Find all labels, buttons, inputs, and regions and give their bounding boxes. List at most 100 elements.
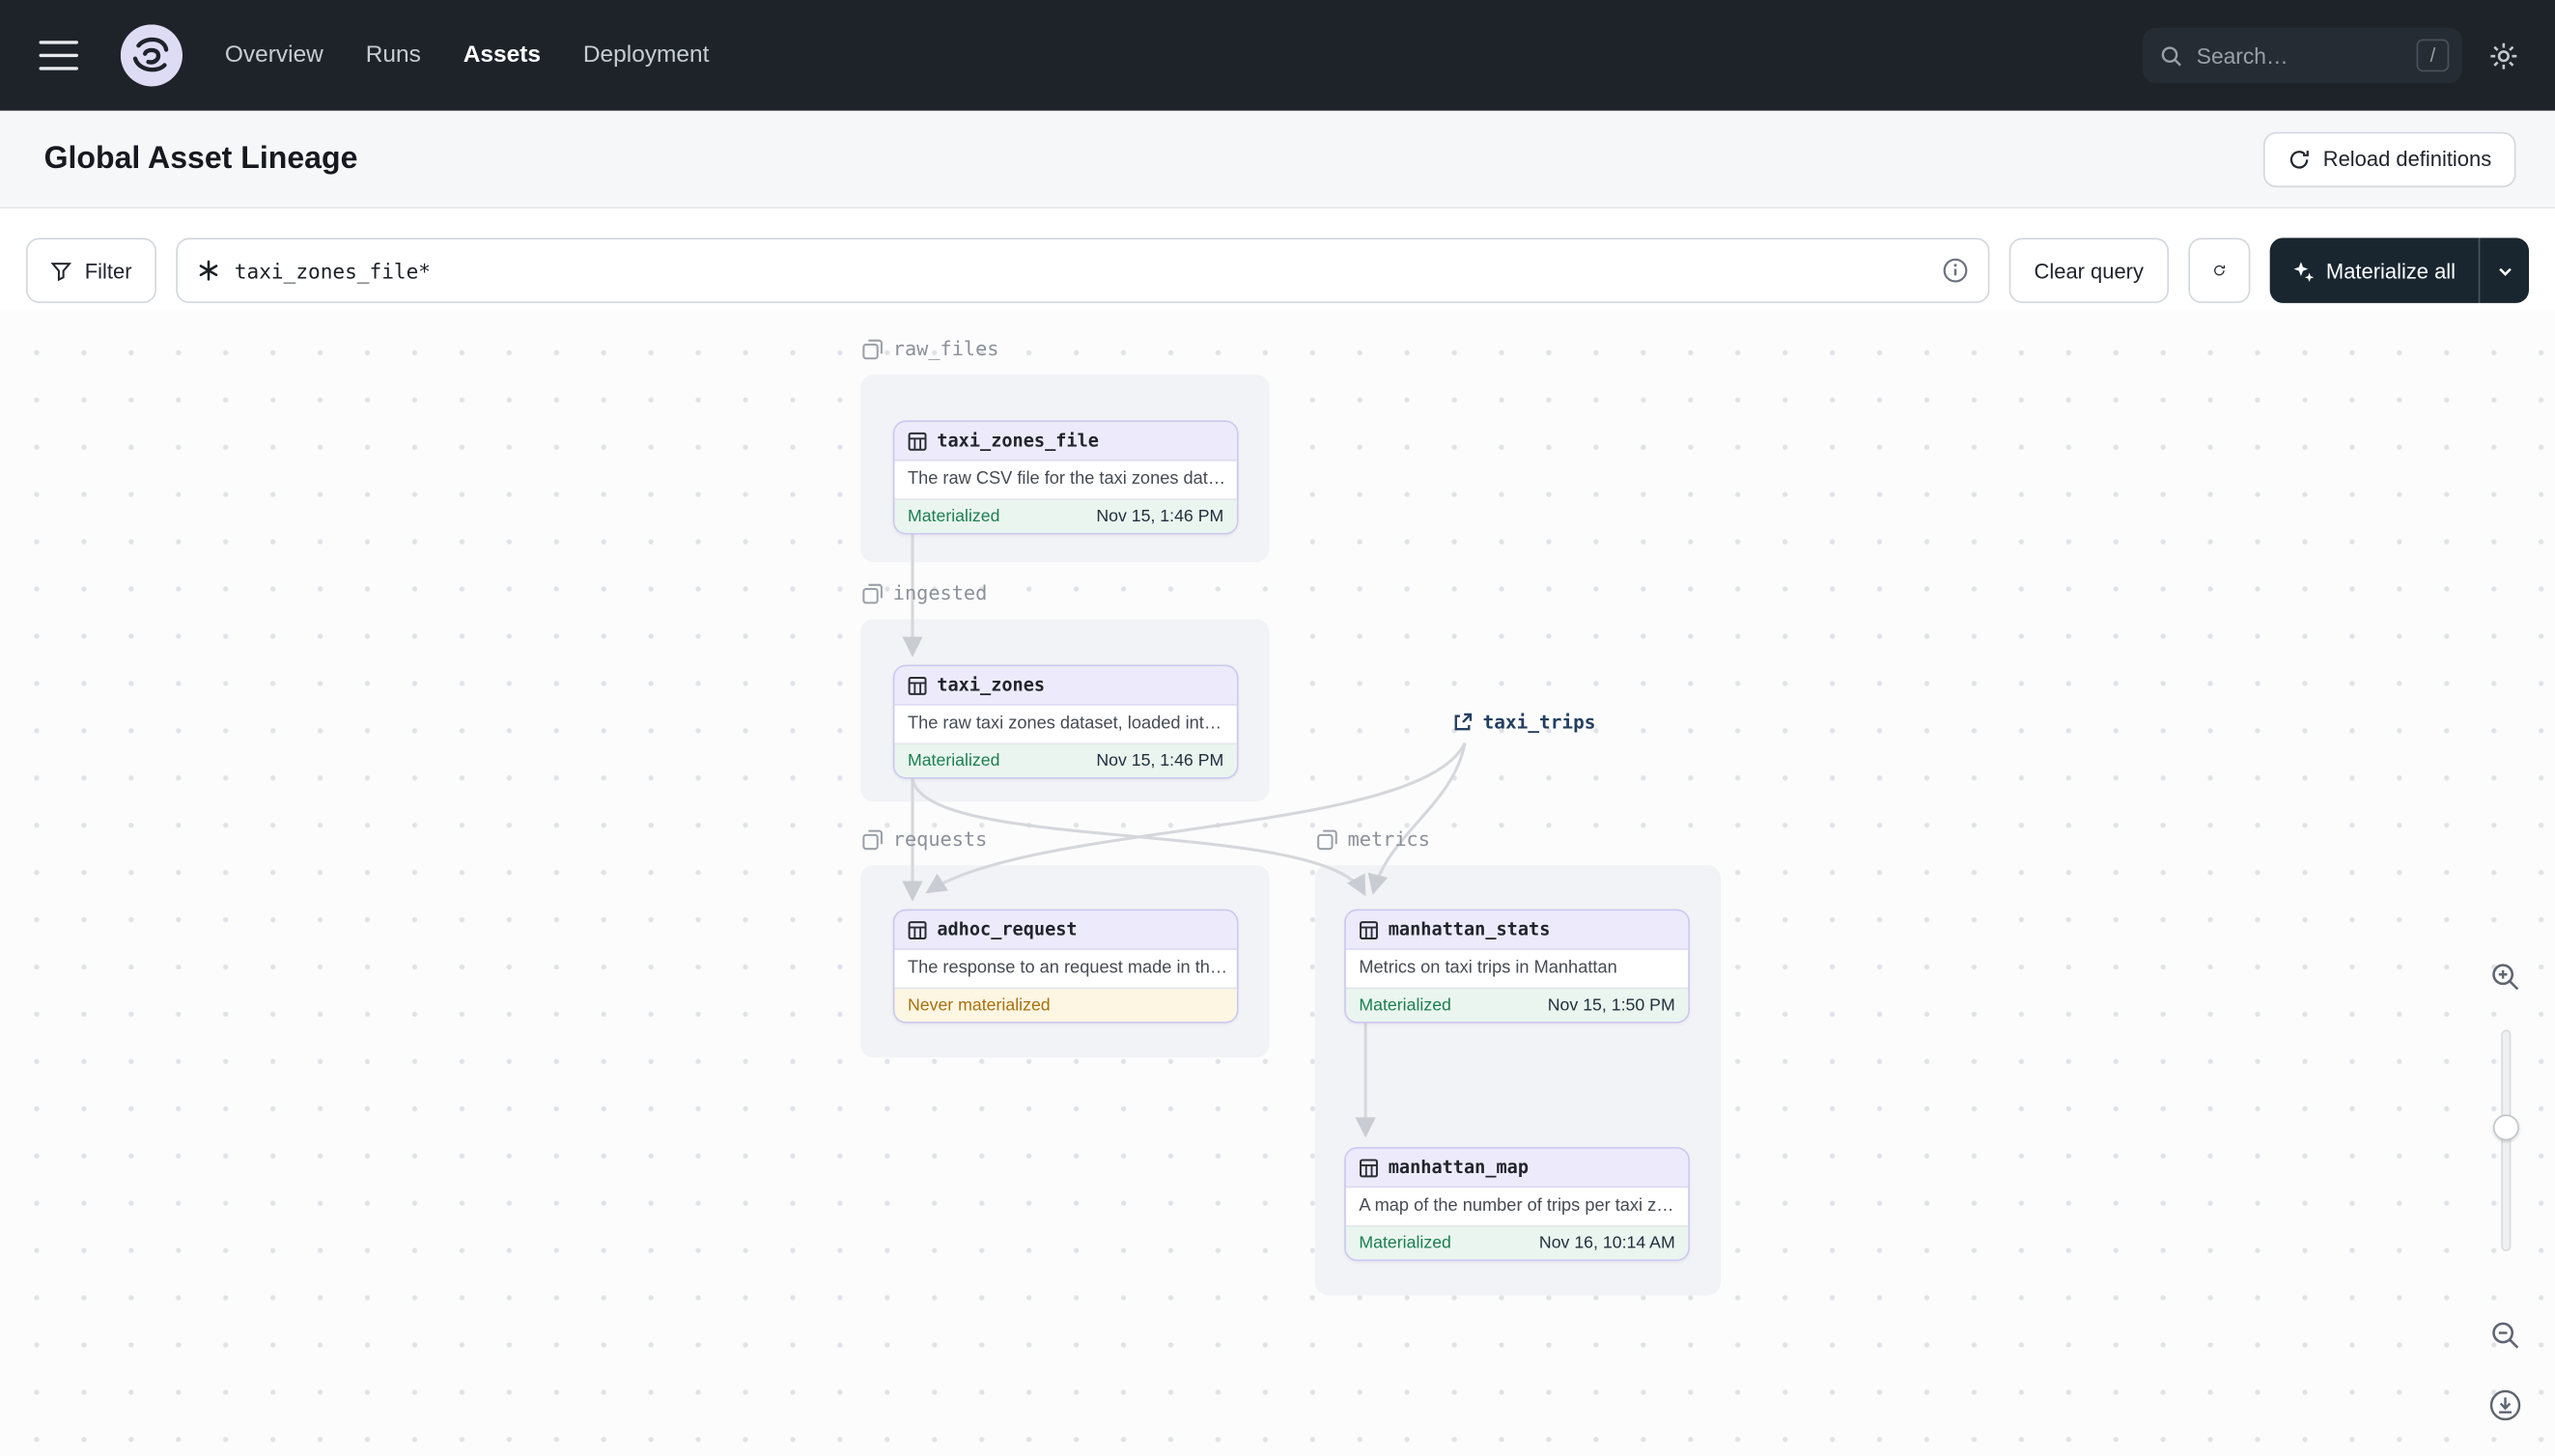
external-link-icon: [1454, 712, 1473, 730]
filter-funnel-icon: [50, 262, 72, 281]
nav-item-overview[interactable]: Overview: [225, 42, 323, 69]
refresh-icon: [2289, 150, 2309, 168]
search-input[interactable]: [2196, 42, 2417, 69]
search-shortcut-badge: /: [2416, 39, 2450, 72]
table-icon: [908, 432, 927, 450]
asset-description: The raw CSV file for the taxi zones dat…: [907, 469, 1226, 490]
zoom-out-button[interactable]: [2490, 1320, 2521, 1351]
materialization-status: Materialized: [1359, 1233, 1451, 1253]
asset-name: taxi_zones: [937, 674, 1046, 696]
refresh-icon: [2213, 265, 2225, 276]
primary-nav: Overview Runs Assets Deployment: [225, 42, 710, 69]
op-selector-icon: [199, 260, 218, 281]
refresh-query-button[interactable]: [2187, 238, 2250, 303]
group-name: metrics: [1347, 827, 1430, 851]
asset-name: taxi_zones_file: [937, 430, 1099, 452]
top-nav: Overview Runs Assets Deployment /: [0, 0, 2555, 111]
asset-node-header: taxi_zones: [894, 666, 1237, 706]
table-icon: [1360, 1158, 1378, 1177]
filter-label: Filter: [84, 258, 132, 283]
group-icon: [862, 582, 883, 603]
zoom-slider-thumb[interactable]: [2492, 1114, 2519, 1141]
external-asset-name: taxi_trips: [1482, 710, 1596, 734]
clear-query-button[interactable]: Clear query: [2009, 238, 2169, 303]
external-asset-taxi-trips[interactable]: taxi_trips: [1452, 710, 1596, 734]
asset-node-header: adhoc_request: [894, 910, 1237, 950]
materialization-status: Materialized: [907, 506, 1000, 527]
info-icon[interactable]: [1943, 258, 1969, 284]
asset-footer: Never materialized: [894, 987, 1237, 1022]
group-name: ingested: [892, 581, 988, 605]
asset-node-adhoc-request[interactable]: adhoc_request The response to an request…: [892, 909, 1239, 1023]
nav-item-assets[interactable]: Assets: [463, 42, 541, 69]
materialization-status: Never materialized: [907, 995, 1051, 1016]
asset-node-header: manhattan_stats: [1345, 910, 1689, 950]
materialize-all-split-button: Materialize all: [2268, 238, 2529, 303]
reload-definitions-label: Reload definitions: [2322, 146, 2492, 172]
group-label-requests[interactable]: requests: [862, 827, 988, 851]
group-name: raw_files: [892, 337, 999, 360]
asset-name: manhattan_stats: [1388, 918, 1551, 940]
group-name: requests: [892, 827, 988, 851]
asset-description: A map of the number of trips per taxi z…: [1359, 1195, 1674, 1216]
sparkle-icon: [2292, 261, 2314, 282]
nav-item-runs[interactable]: Runs: [366, 42, 421, 69]
zoom-in-button[interactable]: [2490, 962, 2521, 993]
materialization-timestamp: Nov 15, 1:46 PM: [1096, 750, 1224, 771]
group-icon: [862, 828, 883, 850]
asset-description: The response to an request made in th…: [907, 958, 1228, 978]
asset-node-taxi-zones-file[interactable]: taxi_zones_file The raw CSV file for the…: [892, 420, 1239, 535]
lineage-edges: [902, 531, 1467, 1138]
clear-query-label: Clear query: [2034, 258, 2144, 283]
materialize-all-label: Materialize all: [2325, 258, 2457, 283]
asset-description: Metrics on taxi trips in Manhattan: [1359, 958, 1617, 978]
asset-node-taxi-zones[interactable]: taxi_zones The raw taxi zones dataset, l…: [892, 664, 1239, 779]
download-icon: [2489, 1389, 2521, 1421]
group-label-raw-files[interactable]: raw_files: [862, 337, 999, 360]
global-search[interactable]: /: [2143, 27, 2462, 84]
asset-footer: Materialized Nov 15, 1:46 PM: [894, 742, 1237, 777]
materialize-options-caret[interactable]: [2478, 238, 2529, 303]
download-view-button[interactable]: [2488, 1388, 2522, 1422]
settings-gear-icon[interactable]: [2488, 40, 2519, 70]
lineage-canvas[interactable]: raw_files ingested requests metrics taxi…: [0, 309, 2555, 1456]
table-icon: [908, 920, 927, 939]
asset-query-input[interactable]: [234, 258, 1928, 283]
page-header: Global Asset Lineage Reload definitions: [0, 110, 2555, 209]
asset-footer: Materialized Nov 15, 1:46 PM: [894, 498, 1237, 533]
asset-selection-input[interactable]: [176, 238, 1990, 303]
asset-node-manhattan-stats[interactable]: manhattan_stats Metrics on taxi trips in…: [1344, 909, 1690, 1023]
lineage-toolbar: Filter Clear query: [26, 238, 2529, 303]
search-icon: [2161, 45, 2181, 66]
materialization-status: Materialized: [907, 750, 1000, 771]
group-icon: [1317, 828, 1337, 850]
materialization-status: Materialized: [1359, 995, 1451, 1016]
materialization-timestamp: Nov 15, 1:50 PM: [1547, 995, 1675, 1016]
page-title: Global Asset Lineage: [43, 140, 358, 176]
asset-node-manhattan-map[interactable]: manhattan_map A map of the number of tri…: [1344, 1147, 1690, 1262]
materialization-timestamp: Nov 16, 10:14 AM: [1538, 1233, 1675, 1253]
asset-footer: Materialized Nov 16, 10:14 AM: [1345, 1225, 1689, 1260]
dagster-logo-icon[interactable]: [120, 24, 182, 87]
group-icon: [862, 338, 883, 359]
hamburger-menu-icon[interactable]: [39, 41, 78, 70]
filter-button[interactable]: Filter: [26, 238, 156, 303]
group-label-metrics[interactable]: metrics: [1317, 827, 1430, 851]
zoom-slider-track[interactable]: [2501, 1029, 2512, 1251]
nav-item-deployment[interactable]: Deployment: [583, 42, 710, 69]
zoom-out-icon: [2492, 1322, 2519, 1349]
table-icon: [1360, 920, 1378, 939]
chevron-down-icon: [2498, 266, 2511, 275]
asset-name: adhoc_request: [937, 918, 1078, 940]
materialization-timestamp: Nov 15, 1:46 PM: [1096, 506, 1224, 527]
group-label-ingested[interactable]: ingested: [862, 581, 988, 605]
asset-node-header: taxi_zones_file: [894, 422, 1237, 462]
zoom-in-icon: [2492, 964, 2519, 991]
asset-footer: Materialized Nov 15, 1:50 PM: [1345, 987, 1689, 1022]
asset-node-header: manhattan_map: [1345, 1148, 1689, 1189]
asset-description: The raw taxi zones dataset, loaded int…: [907, 714, 1222, 734]
reload-definitions-button[interactable]: Reload definitions: [2262, 130, 2516, 187]
materialize-all-button[interactable]: Materialize all: [2269, 238, 2479, 303]
app-root: Overview Runs Assets Deployment / Global…: [0, 0, 2555, 1456]
table-icon: [908, 676, 927, 695]
